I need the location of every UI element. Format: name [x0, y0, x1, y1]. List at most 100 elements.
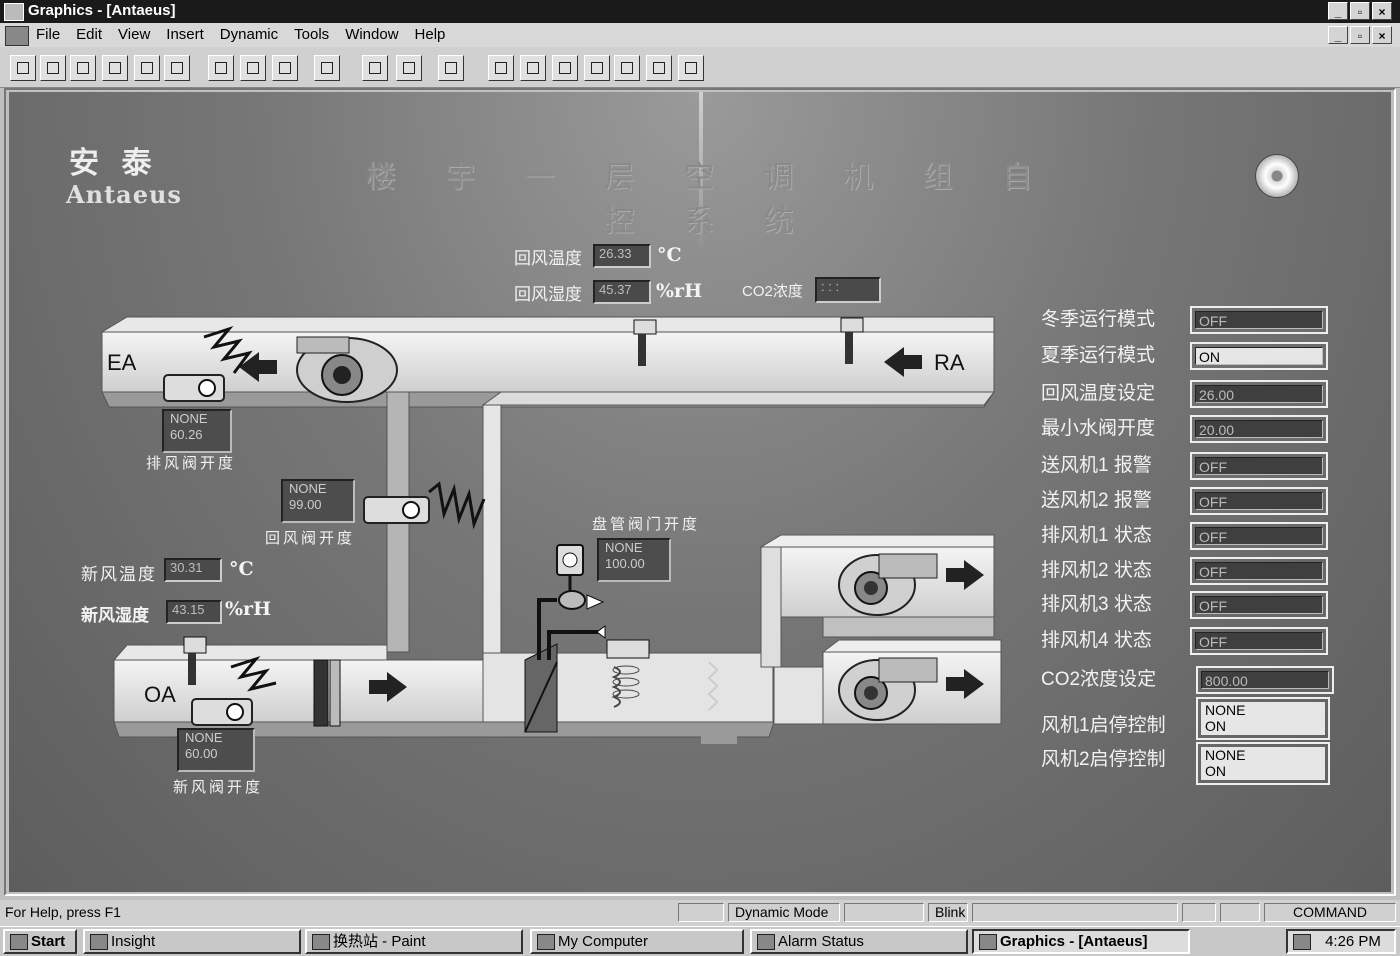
menu-dynamic[interactable]: Dynamic [220, 26, 278, 43]
save-icon[interactable] [134, 55, 160, 81]
menu-view[interactable]: View [118, 26, 150, 43]
setting-label-10: CO2浓度设定 [1041, 669, 1157, 690]
setting-value-1: ON [1195, 347, 1323, 365]
close-button[interactable]: × [1372, 2, 1392, 20]
command-pane: COMMAND [1264, 903, 1396, 922]
fresh-damper-status: NONE [185, 730, 223, 745]
duct-diagram [100, 316, 1002, 744]
return-temp-label: 回风温度 [514, 249, 582, 268]
exhaust-damper-label: 排风阀开度 [146, 455, 237, 472]
help-text: For Help, press F1 [5, 904, 121, 920]
windows-logo-icon [10, 934, 28, 950]
fan1-control-button[interactable]: NONE ON [1196, 697, 1330, 740]
fan1-control-line1: NONE [1205, 702, 1246, 718]
setting-value-box-5[interactable]: OFF [1190, 487, 1328, 515]
menu-tools[interactable]: Tools [294, 26, 329, 43]
setting-value-box-3[interactable]: 20.00 [1190, 415, 1328, 443]
new-file-icon[interactable] [10, 55, 36, 81]
doc-minimize-button[interactable]: _ [1328, 26, 1348, 44]
setting-value-4: OFF [1195, 457, 1323, 475]
list-icon[interactable] [552, 55, 578, 81]
setting-label-7: 排风机2 状态 [1041, 560, 1152, 581]
paint-icon [312, 934, 330, 950]
menu-insert[interactable]: Insert [166, 26, 204, 43]
app-icon[interactable] [4, 3, 24, 21]
stop-icon[interactable] [678, 55, 704, 81]
fan2-control-label: 风机2启停控制 [1041, 749, 1166, 770]
task-insight[interactable]: Insight [83, 929, 301, 954]
return-temp-value: 26.33 [593, 244, 651, 268]
minimize-button[interactable]: _ [1328, 2, 1348, 20]
setting-value-3: 20.00 [1195, 420, 1323, 438]
menu-window[interactable]: Window [345, 26, 398, 43]
menu-edit[interactable]: Edit [76, 26, 102, 43]
doc-restore-button[interactable]: ▫ [1350, 26, 1370, 44]
document-icon[interactable] [5, 26, 29, 46]
setting-value-box-4[interactable]: OFF [1190, 452, 1328, 480]
coil-valve-actuator-icon [537, 544, 606, 660]
open-folder-icon[interactable] [40, 55, 66, 81]
hand-icon[interactable] [520, 55, 546, 81]
fresh-damper-value: 60.00 [185, 746, 218, 761]
setting-value-box-0[interactable]: OFF [1190, 306, 1328, 334]
setting-value-box-2[interactable]: 26.00 [1190, 380, 1328, 408]
ea-label: EA [107, 350, 137, 375]
hvac-canvas: 安 泰 Antaeus 楼 宇 一 层 空 调 机 组 自 控 系 统 EA R… [9, 92, 1391, 892]
setting-value-box-9[interactable]: OFF [1190, 627, 1328, 655]
speaker-icon[interactable] [1293, 934, 1311, 950]
status-pane-4 [1182, 903, 1216, 922]
fan1-control-line2: ON [1205, 718, 1226, 734]
restore-button[interactable]: ▫ [1350, 2, 1370, 20]
copy-icon[interactable] [240, 55, 266, 81]
co2-label: CO2浓度 [742, 283, 803, 300]
exhaust-damper-display: NONE 60.26 [162, 409, 232, 453]
setting-value-9: OFF [1195, 632, 1323, 650]
ra-label: RA [934, 350, 965, 375]
status-bar: For Help, press F1 Dynamic Mode Blink CO… [0, 900, 1400, 926]
task-graphics[interactable]: Graphics - [Antaeus] [972, 929, 1190, 954]
task-paint[interactable]: 换热站 - Paint [305, 929, 523, 954]
print-icon[interactable] [314, 55, 340, 81]
task-alarm-status[interactable]: Alarm Status [750, 929, 968, 954]
window-icon[interactable] [396, 55, 422, 81]
coil-valve-display: NONE 100.00 [597, 538, 671, 582]
menu-file[interactable]: File [36, 26, 60, 43]
cut-icon[interactable] [208, 55, 234, 81]
setting-value-box-7[interactable]: OFF [1190, 557, 1328, 585]
exhaust-fan-icon [296, 336, 398, 403]
doc-close-button[interactable]: × [1372, 26, 1392, 44]
setting-value-box-10[interactable]: 800.00 [1196, 666, 1334, 694]
task-my-computer[interactable]: My Computer [530, 929, 744, 954]
paste-icon[interactable] [272, 55, 298, 81]
setting-value-box-6[interactable]: OFF [1190, 522, 1328, 550]
open-graphic-icon[interactable] [70, 55, 96, 81]
setting-value-box-1[interactable]: ON [1190, 342, 1328, 370]
menu-help[interactable]: Help [415, 26, 446, 43]
key-icon[interactable] [164, 55, 190, 81]
fan2-control-line2: ON [1205, 763, 1226, 779]
setting-label-1: 夏季运行模式 [1041, 345, 1156, 366]
setting-label-9: 排风机4 状态 [1041, 630, 1152, 651]
move-icon[interactable] [488, 55, 514, 81]
layer-icon[interactable] [584, 55, 610, 81]
fan2-control-button[interactable]: NONE ON [1196, 742, 1330, 785]
exhaust-damper-status: NONE [170, 411, 208, 426]
export-icon[interactable] [646, 55, 672, 81]
return-damper-display: NONE 99.00 [281, 479, 355, 523]
properties-icon[interactable] [362, 55, 388, 81]
setting-value-box-8[interactable]: OFF [1190, 591, 1328, 619]
clock: 4:26 PM [1325, 933, 1381, 950]
setting-label-6: 排风机1 状态 [1041, 525, 1152, 546]
graphics-icon [979, 934, 997, 950]
start-button[interactable]: Start [3, 929, 77, 954]
fan1-control-label: 风机1启停控制 [1041, 715, 1166, 736]
align-icon[interactable] [614, 55, 640, 81]
filter-icon [313, 659, 341, 727]
menu-bar: File Edit View Insert Dynamic Tools Wind… [0, 23, 1400, 47]
return-humidity-unit: %rH [656, 280, 703, 302]
setting-value-2: 26.00 [1195, 385, 1323, 403]
fresh-damper-label: 新风阀开度 [173, 779, 264, 796]
info-icon[interactable] [438, 55, 464, 81]
exhaust-damper-value: 60.26 [170, 427, 203, 442]
home-icon[interactable] [102, 55, 128, 81]
